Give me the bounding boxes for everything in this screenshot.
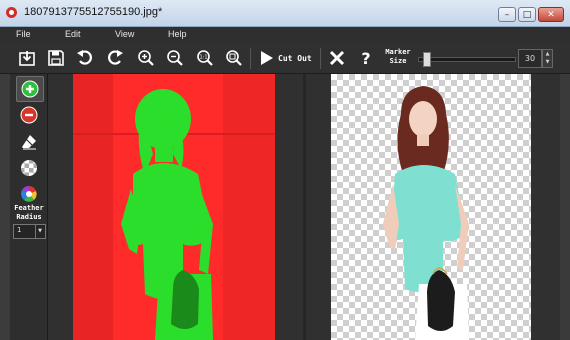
toolbar: 1:1 Cut Out ? Marker Size 30 ▲ ▼ — [0, 43, 570, 74]
menu-file[interactable]: File — [16, 29, 31, 39]
redo-icon — [108, 50, 123, 65]
marker-size-input[interactable]: 30 — [518, 49, 542, 68]
mark-background-tool[interactable] — [16, 103, 42, 127]
minus-circle-icon — [20, 106, 38, 124]
actual-size-button[interactable]: 1:1 — [193, 46, 217, 70]
play-icon — [261, 51, 273, 65]
marker-size-label-line1: Marker — [385, 48, 411, 56]
window-title: 1807913775512755190.jpg* — [24, 6, 163, 18]
menu-view[interactable]: View — [115, 29, 134, 39]
panel-divider — [303, 74, 306, 340]
right-edge — [560, 74, 570, 340]
save-icon — [48, 50, 64, 66]
plus-circle-icon — [21, 80, 39, 98]
menu-bar: File Edit View Help — [0, 27, 570, 43]
toolbar-separator — [320, 48, 321, 69]
feather-radius-label-line1: Feather — [14, 204, 44, 212]
feather-radius-select[interactable]: 1 ▼ — [13, 224, 46, 239]
source-canvas[interactable] — [73, 74, 275, 340]
result-canvas[interactable] — [331, 74, 531, 340]
feather-radius-value: 1 — [17, 226, 22, 234]
undo-button[interactable] — [73, 46, 97, 70]
fit-window-button[interactable] — [222, 46, 246, 70]
feather-radius-label-line2: Radius — [16, 213, 42, 221]
chevron-down-icon: ▼ — [35, 225, 44, 238]
source-photo — [73, 74, 275, 340]
app-window: 1807913775512755190.jpg* – □ ✕ File Edit… — [0, 0, 570, 340]
zoom-out-icon — [167, 50, 183, 66]
tool-panel: Feather Radius 1 ▼ — [10, 74, 48, 340]
eraser-tool[interactable] — [16, 130, 42, 154]
svg-text:1:1: 1:1 — [199, 55, 207, 61]
menu-edit[interactable]: Edit — [65, 29, 81, 39]
open-icon — [19, 51, 35, 66]
marker-size-label: Marker Size — [383, 48, 413, 66]
menu-help[interactable]: Help — [168, 29, 187, 39]
marker-size-slider[interactable] — [418, 57, 516, 62]
close-x-icon — [329, 50, 345, 66]
help-button[interactable]: ? — [354, 46, 378, 70]
zoom-in-button[interactable] — [134, 46, 158, 70]
feather-radius-label: Feather Radius — [12, 204, 46, 222]
minimize-button[interactable]: – — [498, 7, 516, 22]
background-color-button[interactable] — [16, 182, 42, 206]
add-foreground-tool[interactable] — [16, 76, 44, 102]
transparency-preview-button[interactable] — [16, 156, 42, 180]
toolbar-separator — [250, 48, 251, 69]
clear-button[interactable] — [325, 46, 349, 70]
redo-button[interactable] — [103, 46, 127, 70]
close-button[interactable]: ✕ — [538, 7, 564, 22]
app-icon — [6, 7, 17, 18]
open-button[interactable] — [15, 46, 39, 70]
actual-size-icon: 1:1 — [197, 50, 213, 66]
undo-icon — [77, 50, 92, 65]
left-edge — [0, 74, 10, 340]
fit-window-icon — [226, 50, 242, 66]
eraser-icon — [22, 135, 36, 150]
zoom-out-button[interactable] — [163, 46, 187, 70]
title-bar: 1807913775512755190.jpg* – □ ✕ — [0, 0, 570, 27]
marker-size-slider-thumb[interactable] — [422, 52, 431, 67]
marker-size-label-line2: Size — [389, 57, 407, 65]
maximize-button[interactable]: □ — [518, 7, 536, 22]
marker-size-spinner[interactable]: ▲ ▼ — [542, 49, 553, 68]
svg-text:?: ? — [361, 49, 370, 67]
save-button[interactable] — [44, 46, 68, 70]
zoom-in-icon — [138, 50, 154, 66]
cut-out-button[interactable] — [254, 46, 278, 70]
cutout-photo — [383, 86, 469, 340]
checkerboard-icon — [21, 160, 37, 176]
cut-out-label[interactable]: Cut Out — [278, 54, 312, 63]
question-icon: ? — [361, 49, 370, 67]
color-wheel-icon — [21, 185, 37, 202]
